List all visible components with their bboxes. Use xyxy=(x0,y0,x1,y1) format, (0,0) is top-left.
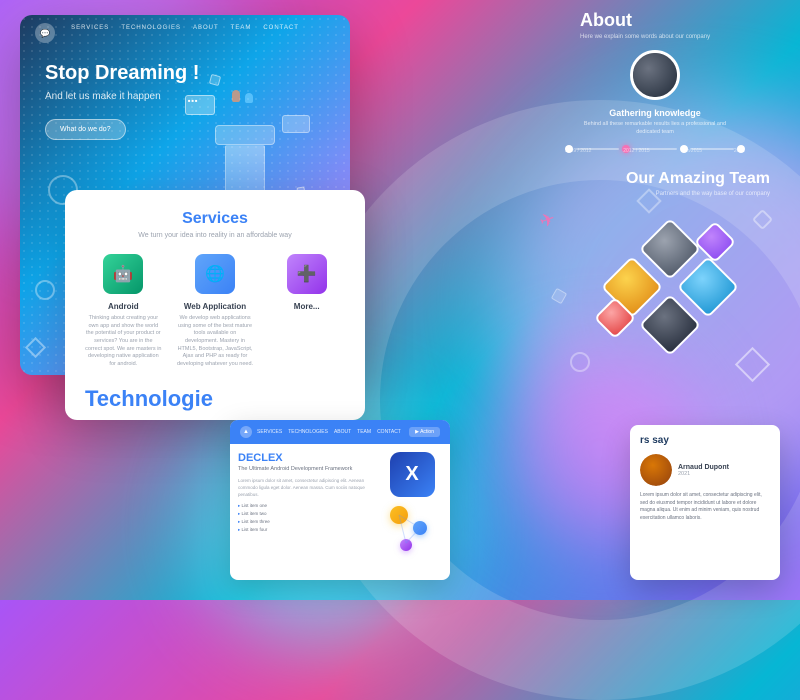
declex-nav-links: SERVICES TECHNOLOGIES ABOUT TEAM CONTACT xyxy=(257,429,401,435)
team-photo-5 xyxy=(697,224,733,260)
declex-nav-link-5[interactable]: CONTACT xyxy=(377,429,401,435)
team-photo-3 xyxy=(680,259,736,315)
testimonial-year: 2021 xyxy=(678,471,729,477)
testimonial-card: rs say Arnaud Dupont 2021 Lorem ipsum do… xyxy=(630,425,780,580)
testimonial-text: Lorem ipsum dolor sit amet, consectetur … xyxy=(640,492,770,522)
timeline-label-3: Jun/2015 xyxy=(681,148,702,154)
service-more-name: More... xyxy=(268,302,345,311)
declex-list-item-4: List item four xyxy=(238,526,374,534)
nav-about[interactable]: ABOUT xyxy=(193,25,219,31)
service-web-icon: 🌐 xyxy=(195,254,235,294)
hero-cta-button[interactable]: What do we do? xyxy=(45,119,126,140)
gathering-title: Gathering knowledge xyxy=(580,108,730,118)
diamond-deco-2 xyxy=(752,209,773,230)
declex-logo-box: X xyxy=(390,452,435,497)
declex-nav-action[interactable]: ▶ Action xyxy=(409,427,440,437)
android-emoji: 🤖 xyxy=(113,264,133,284)
declex-left: DECLEX The Ultimate Android Development … xyxy=(238,452,374,551)
hero-nav: SERVICES TECHNOLOGIES ABOUT TEAM CONTACT xyxy=(20,15,350,41)
team-title: Our Amazing Team xyxy=(570,170,770,188)
nav-team[interactable]: TEAM xyxy=(231,25,252,31)
orbit-container xyxy=(385,501,440,551)
orbit-lines xyxy=(385,501,440,551)
team-diamond-grid xyxy=(590,207,750,367)
declex-description: Lorem ipsum dolor sit amet, consectetur … xyxy=(238,478,374,498)
team-subtitle: Partners and the way base of our company xyxy=(570,191,770,197)
service-web-name: Web Application xyxy=(177,302,254,311)
about-section: About Here we explain some words about o… xyxy=(565,0,745,146)
testimonial-person-info: Arnaud Dupont 2021 xyxy=(678,464,729,477)
service-android-name: Android xyxy=(85,302,162,311)
about-subtitle: Here we explain some words about our com… xyxy=(580,34,730,40)
testimonial-avatar-img xyxy=(640,454,672,486)
team-member-4 xyxy=(639,294,701,356)
declex-list-item-2: List item two xyxy=(238,510,374,518)
about-avatar-image xyxy=(633,53,677,97)
service-more: ➕ More... xyxy=(268,254,345,369)
declex-nav-link-3[interactable]: ABOUT xyxy=(334,429,351,435)
declex-logo-letter: X xyxy=(405,463,418,486)
services-grid: 🤖 Android Thinking about creating your o… xyxy=(85,254,345,369)
iso-top-platform xyxy=(215,125,275,145)
team-section: Our Amazing Team Partners and the way ba… xyxy=(570,170,770,367)
declex-card: ▲ SERVICES TECHNOLOGIES ABOUT TEAM CONTA… xyxy=(230,420,450,580)
team-photo-1 xyxy=(642,221,698,277)
team-member-3 xyxy=(677,256,739,318)
more-emoji: ➕ xyxy=(297,264,317,284)
declex-nav-link-4[interactable]: TEAM xyxy=(357,429,371,435)
services-section: Services We turn your idea into reality … xyxy=(65,190,365,420)
iso-ui-card-1: ■ ■ ■ xyxy=(185,95,215,115)
iso-figure-1 xyxy=(232,90,240,102)
circle-deco-hero-1 xyxy=(48,175,78,205)
team-member-5 xyxy=(694,221,736,263)
timeline-label-2: 2012 / 2015 xyxy=(623,148,649,154)
declex-list-item-3: List item three xyxy=(238,518,374,526)
logo-symbol: 💬 xyxy=(40,29,50,38)
circle-deco-hero-2 xyxy=(35,280,55,300)
hero-logo: 💬 xyxy=(35,23,55,43)
circle-deco-1 xyxy=(570,352,590,372)
about-avatar xyxy=(630,50,680,100)
timeline-label-1: 2009 / 2012 xyxy=(565,148,591,154)
service-android: 🤖 Android Thinking about creating your o… xyxy=(85,254,162,369)
gathering-desc: Behind all these remarkable results lies… xyxy=(580,121,730,136)
services-title: Services xyxy=(85,210,345,228)
web-emoji: 🌐 xyxy=(205,264,225,284)
declex-nav: ▲ SERVICES TECHNOLOGIES ABOUT TEAM CONTA… xyxy=(230,420,450,444)
testimonial-avatar-area: Arnaud Dupont 2021 xyxy=(640,454,770,486)
nav-technologies[interactable]: TECHNOLOGIES xyxy=(121,25,181,31)
declex-list: List item one List item two List item th… xyxy=(238,502,374,534)
testimonial-name: Arnaud Dupont xyxy=(678,464,729,471)
team-photo-4 xyxy=(642,297,698,353)
service-android-icon: 🤖 xyxy=(103,254,143,294)
timeline-labels: 2009 / 2012 2012 / 2015 Jun/2015 2021 xyxy=(565,148,745,154)
about-title: About xyxy=(580,10,730,31)
declex-nav-link-1[interactable]: SERVICES xyxy=(257,429,282,435)
iso-float-1 xyxy=(209,74,221,86)
nav-contact[interactable]: CONTACT xyxy=(263,25,299,31)
iso-ui-card-2 xyxy=(282,115,310,133)
service-web-desc: We develop web applications using some o… xyxy=(177,315,254,369)
declex-logo-symbol: ▲ xyxy=(243,429,249,435)
services-subtitle: We turn your idea into reality in an aff… xyxy=(85,232,345,239)
iso-figure-2 xyxy=(245,93,253,103)
testimonial-avatar xyxy=(640,454,672,486)
declex-body: DECLEX The Ultimate Android Development … xyxy=(230,444,450,559)
declex-nav-logo: ▲ xyxy=(240,426,252,438)
nav-services[interactable]: SERVICES xyxy=(71,25,109,31)
service-more-icon: ➕ xyxy=(287,254,327,294)
service-web: 🌐 Web Application We develop web applica… xyxy=(177,254,254,369)
declex-tagline: The Ultimate Android Development Framewo… xyxy=(238,466,374,472)
service-android-desc: Thinking about creating your own app and… xyxy=(85,315,162,369)
declex-right: X xyxy=(382,452,442,551)
declex-brand: DECLEX xyxy=(238,452,374,464)
technologies-label: Technologie xyxy=(85,386,213,412)
testimonial-header: rs say xyxy=(640,435,770,446)
declex-nav-link-2[interactable]: TECHNOLOGIES xyxy=(288,429,328,435)
declex-list-item-1: List item one xyxy=(238,502,374,510)
timeline-label-4: 2021 xyxy=(734,148,745,154)
